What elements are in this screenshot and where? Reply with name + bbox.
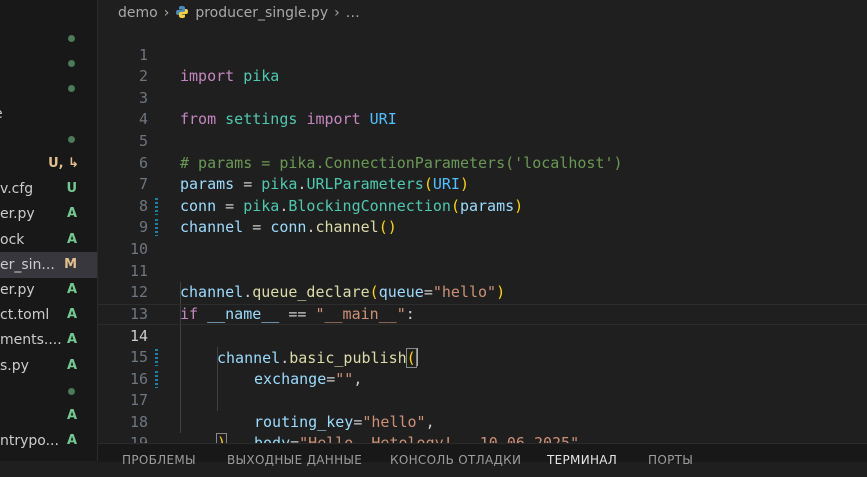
explorer-file-item[interactable]: e bbox=[0, 101, 97, 127]
editor: demo › producer_single.py ›… 1 import pika … bbox=[98, 0, 867, 467]
modified-dot-icon bbox=[68, 35, 75, 42]
code-line: 11 bbox=[98, 239, 867, 280]
modified-dot-icon bbox=[68, 135, 75, 143]
explorer-file-name: ntrypo... bbox=[0, 433, 59, 450]
git-status-badge: U, ↳ bbox=[48, 156, 79, 171]
tab-debug-console[interactable]: КОНСОЛЬ ОТЛАДКИ bbox=[390, 453, 521, 467]
git-change-marker[interactable] bbox=[155, 349, 158, 366]
git-status-badge: A bbox=[66, 332, 77, 348]
git-change-marker[interactable] bbox=[155, 197, 158, 215]
code-line: 9 bbox=[98, 196, 867, 236]
explorer-file-item[interactable]: er_sin... M bbox=[0, 251, 97, 278]
explorer-file-item[interactable]: v.cfg U bbox=[0, 176, 97, 202]
explorer-file-item[interactable]: ct.toml A bbox=[0, 302, 97, 328]
python-file-icon bbox=[175, 2, 189, 18]
git-change-marker[interactable] bbox=[155, 370, 158, 388]
modified-dot-icon bbox=[68, 387, 75, 395]
code-line-current: 14 channel.basic_publish( bbox=[98, 303, 867, 368]
explorer-file-name: e bbox=[0, 101, 3, 127]
code-line: 19 bbox=[98, 412, 867, 452]
git-status-badge: A bbox=[66, 433, 77, 449]
git-status-badge: A bbox=[66, 408, 77, 423]
code-line: 7 conn = pika.BlockingConnection(params) bbox=[98, 153, 867, 215]
explorer-file-item[interactable] bbox=[0, 50, 97, 76]
code-line: 17 body="Hello, Hetology! - 10.06.2025", bbox=[98, 369, 867, 452]
code-line: 5 # params = pika.ConnectionParameters('… bbox=[98, 109, 867, 172]
code-line: 16 routing_key="hello", bbox=[98, 347, 867, 431]
tab-output[interactable]: ВЫХОДНЫЕ ДАННЫЕ bbox=[227, 453, 362, 467]
explorer-file-item[interactable]: A bbox=[0, 403, 97, 429]
code-line: 8 channel = conn.channel() bbox=[98, 174, 867, 237]
git-status-badge: A bbox=[66, 357, 77, 373]
explorer-file-item[interactable]: er.py A bbox=[0, 201, 97, 227]
git-status-badge: A bbox=[66, 206, 77, 222]
explorer-file-item[interactable] bbox=[0, 378, 97, 404]
modified-dot-icon bbox=[68, 85, 75, 93]
git-change-marker[interactable] bbox=[155, 219, 158, 237]
git-status-badge: A bbox=[66, 231, 77, 247]
modified-dot-icon bbox=[68, 60, 75, 68]
explorer-file-item[interactable]: ock A bbox=[0, 227, 97, 253]
code-line: 18 ) bbox=[98, 390, 867, 454]
explorer-file-name: er.py bbox=[0, 206, 35, 223]
explorer-file-name: er_sin... bbox=[0, 256, 55, 273]
code-line: 15 exchange="", bbox=[98, 325, 867, 388]
code-line: 2 bbox=[98, 45, 867, 85]
explorer-file-item[interactable] bbox=[0, 75, 97, 101]
explorer-file-item[interactable] bbox=[0, 25, 97, 51]
explorer-file-name: er.py bbox=[0, 282, 35, 298]
explorer-file-item[interactable]: ntrypo... A bbox=[0, 428, 97, 454]
code-line: 4 bbox=[98, 88, 867, 128]
explorer-file-name: v.cfg bbox=[0, 181, 34, 198]
tab-problems[interactable]: ПРОБЛЕМЫ bbox=[122, 453, 196, 467]
tab-terminal[interactable]: ТЕРМИНАЛ bbox=[547, 453, 617, 467]
explorer-file-name: ock bbox=[0, 231, 25, 248]
explorer-file-item[interactable]: ments.... A bbox=[0, 327, 97, 353]
explorer-file-name: s.py bbox=[0, 357, 29, 374]
tab-ports[interactable]: ПОРТЫ bbox=[648, 453, 693, 467]
git-status-badge: A bbox=[66, 307, 77, 323]
code-line: 13 bbox=[98, 282, 867, 323]
code-line: 12 if __name__ == "__main__": bbox=[98, 261, 867, 323]
explorer-file-item[interactable]: er.py A bbox=[0, 277, 97, 303]
code-line: 6 params = pika.URLParameters(URI) bbox=[98, 131, 867, 194]
panel-tab-bar: ПРОБЛЕМЫ ВЫХОДНЫЕ ДАННЫЕ КОНСОЛЬ ОТЛАДКИ… bbox=[98, 443, 867, 467]
git-status-badge: A bbox=[66, 282, 77, 297]
git-status-badge: M bbox=[64, 256, 77, 272]
explorer-file-item[interactable] bbox=[0, 126, 97, 152]
explorer-file-name: ct.toml bbox=[0, 307, 50, 324]
explorer-file-item[interactable]: s.py A bbox=[0, 353, 97, 379]
code-line: 10 channel.queue_declare(queue="hello") bbox=[98, 217, 867, 301]
explorer-sidebar: e U, ↳ v.cfg Uer.py Aock Aer_sin... Mer.py Act.… bbox=[0, 0, 98, 461]
git-status-badge: U bbox=[66, 181, 77, 197]
code-line: 3 from settings import URI bbox=[98, 66, 867, 129]
code-line: 1 import pika bbox=[98, 23, 867, 86]
explorer-file-name: ments.... bbox=[0, 332, 62, 349]
explorer-file-item[interactable]: U, ↳ bbox=[0, 151, 97, 177]
